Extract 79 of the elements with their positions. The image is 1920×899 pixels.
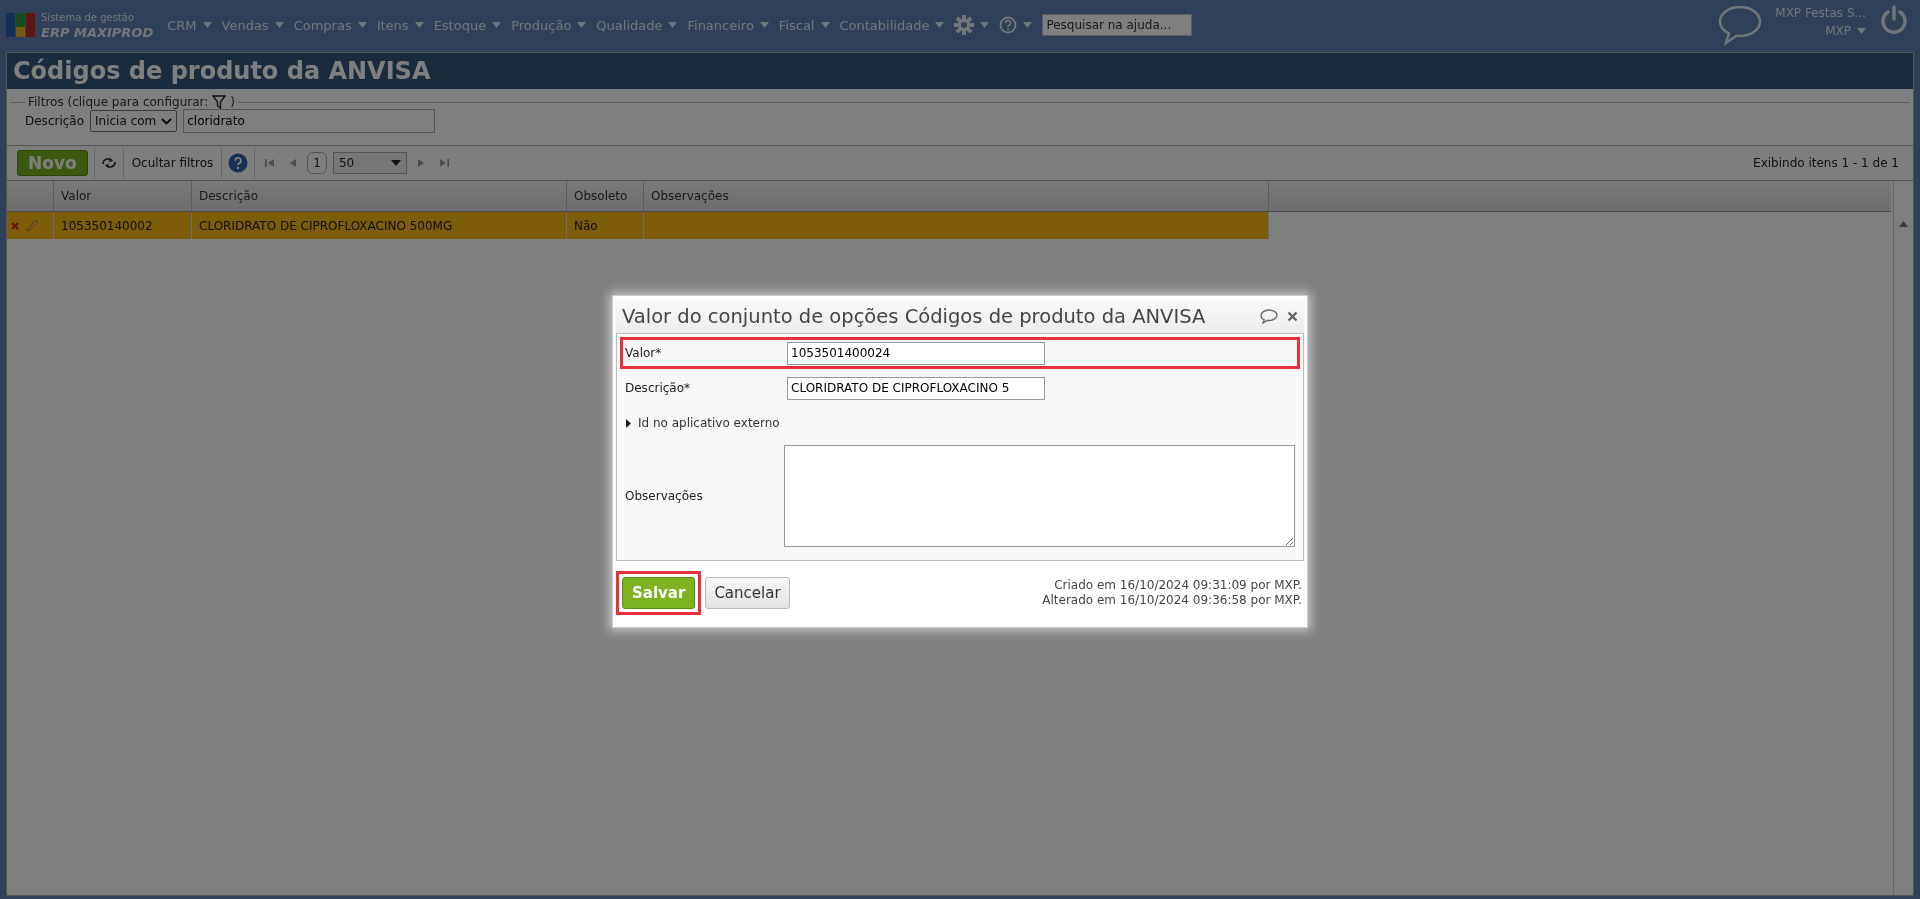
page-size-select[interactable]: 50 (332, 152, 407, 174)
column-header[interactable]: Descrição (192, 181, 567, 211)
caret-icon[interactable] (935, 22, 945, 28)
settings-icon[interactable] (954, 15, 975, 35)
previous-page-icon[interactable] (289, 158, 298, 168)
help-icon[interactable] (228, 153, 249, 173)
field-label: Descrição* (625, 381, 692, 395)
hide-filters-button[interactable]: Ocultar filtros (129, 156, 216, 170)
comment-icon[interactable] (1260, 308, 1278, 324)
menu-item[interactable]: Vendas (221, 17, 269, 33)
caret-icon[interactable] (577, 22, 587, 28)
menu-item[interactable]: Estoque (433, 17, 487, 33)
delete-icon[interactable] (11, 221, 19, 230)
menu-item[interactable]: Fiscal (778, 17, 815, 33)
expander[interactable]: Id no aplicativo externo (620, 407, 1300, 439)
refresh-icon[interactable] (100, 156, 117, 170)
logo-icon (6, 11, 36, 39)
help-icon[interactable] (999, 16, 1018, 34)
menu-item[interactable]: Produção (511, 17, 572, 33)
column-header[interactable]: Valor (54, 181, 192, 211)
text-field[interactable]: 1053501400024 (787, 341, 1045, 365)
audit-text: Alterado em 16/10/2024 09:36:58 por MXP. (1042, 593, 1302, 608)
column-header[interactable]: Obsoleto (567, 181, 644, 211)
table-row[interactable]: 105350140002 CLORIDRATO DE CIPROFLOXACINO 500MG Não (7, 212, 1269, 239)
filter-icon[interactable] (212, 95, 227, 109)
save-button[interactable]: Salvar (622, 577, 696, 609)
text-field[interactable]: CLORIDRATO DE CIPROFLOXACINO 5 (787, 376, 1045, 400)
field-label: Valor* (625, 346, 663, 360)
menu-item[interactable]: Financeiro (687, 17, 754, 33)
caret-icon[interactable] (1857, 28, 1866, 34)
caret-icon[interactable] (759, 22, 769, 28)
dialog-title: Valor do conjunto de opções Códigos de produto da ANVISA (622, 304, 1207, 328)
search-field[interactable]: Pesquisar na ajuda... (1042, 14, 1193, 36)
last-page-icon[interactable] (438, 158, 449, 168)
menu-item[interactable]: Qualidade (596, 17, 663, 33)
filter-legend[interactable]: Filtros (clique para configurar: (28, 95, 209, 109)
menu-item[interactable]: Itens (376, 17, 409, 33)
logo-caption: Sistema de gestão (41, 11, 135, 25)
filter-label: Descrição (25, 114, 85, 128)
caret-icon[interactable] (274, 22, 284, 28)
first-page-icon[interactable] (265, 158, 276, 168)
logo-title: ERP MAXIPROD (41, 25, 154, 40)
new-button[interactable]: Novo (17, 150, 88, 176)
user-name[interactable]: MXP (1825, 22, 1851, 40)
filter-legend-end: ) (230, 95, 235, 109)
field-label: Observações (625, 489, 704, 503)
close-icon[interactable] (1287, 310, 1298, 322)
caret-icon[interactable] (668, 22, 678, 28)
menu-item[interactable]: Compras (293, 17, 352, 33)
caret-right-icon (625, 418, 632, 428)
company-name[interactable]: MXP Festas S... (1775, 4, 1866, 22)
filter-field[interactable]: cloridrato (183, 109, 436, 133)
power-icon[interactable] (1880, 5, 1908, 35)
caret-icon[interactable] (980, 22, 990, 28)
audit-text: Criado em 16/10/2024 09:31:09 por MXP. (1054, 578, 1302, 593)
pencil-icon[interactable] (25, 218, 39, 233)
page-number[interactable]: 1 (307, 152, 327, 174)
caret-icon[interactable] (820, 22, 830, 28)
column-header[interactable]: Observações (644, 181, 1269, 211)
menu-item[interactable]: Contabilidade (839, 17, 930, 33)
caret-icon[interactable] (492, 22, 502, 28)
page-title: Códigos de produto da ANVISA (13, 57, 431, 85)
table-cell: CLORIDRATO DE CIPROFLOXACINO 500MG (192, 212, 567, 239)
notes-field[interactable] (784, 445, 1295, 547)
caret-icon[interactable] (1023, 22, 1033, 28)
cancel-button[interactable]: Cancelar (705, 577, 790, 609)
menu-item[interactable]: CRM (167, 17, 197, 33)
table-cell: 105350140002 (54, 212, 192, 239)
item-count: Exibindo itens 1 - 1 de 1 (1753, 156, 1899, 170)
chevron-icon (161, 117, 173, 125)
chat-bubble-icon[interactable] (1717, 4, 1764, 46)
scroll-up-icon[interactable] (1899, 221, 1908, 227)
caret-icon[interactable] (357, 22, 367, 28)
table-cell: Não (567, 212, 644, 239)
caret-icon (390, 160, 401, 166)
next-page-icon[interactable] (416, 158, 425, 168)
caret-icon[interactable] (414, 22, 424, 28)
operator-select[interactable]: Inicia com (90, 110, 178, 132)
caret-icon[interactable] (202, 22, 212, 28)
